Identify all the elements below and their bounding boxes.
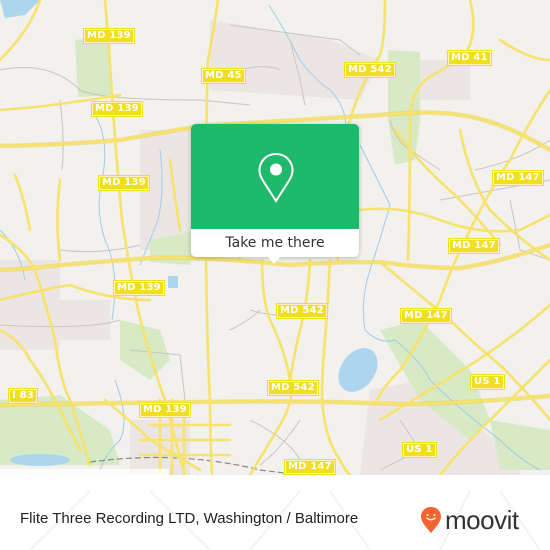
map-view[interactable]: MD 45 MD 139 MD 542 MD 41 MD 139 MD 139 … bbox=[0, 0, 550, 475]
popup-pointer bbox=[267, 256, 281, 264]
road-shield: MD 542 bbox=[267, 380, 319, 396]
road-shield: MD 147 bbox=[448, 238, 500, 254]
place-name: Flite Three Recording LTD, Washington / … bbox=[20, 510, 359, 527]
moovit-wordmark: moovit bbox=[445, 504, 519, 535]
moovit-pin-icon bbox=[421, 507, 441, 533]
road-shield: MD 139 bbox=[113, 280, 165, 296]
road-shield: MD 542 bbox=[276, 303, 328, 319]
moovit-logo[interactable]: moovit bbox=[420, 505, 519, 535]
road-shield: US 1 bbox=[470, 374, 505, 390]
road-shield: MD 139 bbox=[139, 402, 191, 418]
road-shield: US 1 bbox=[402, 442, 437, 458]
location-pin-icon bbox=[258, 152, 294, 203]
road-shield: MD 147 bbox=[400, 308, 452, 324]
take-me-there-button[interactable]: Take me there bbox=[191, 229, 359, 257]
road-shield: MD 139 bbox=[91, 101, 143, 117]
map-attribution[interactable]: © OpenStreetMap contributors bbox=[0, 469, 170, 475]
road-shield: MD 139 bbox=[98, 175, 150, 191]
footer-bar: Flite Three Recording LTD, Washington / … bbox=[0, 491, 550, 550]
road-shield: MD 542 bbox=[344, 62, 396, 78]
road-shield: MD 147 bbox=[492, 170, 544, 186]
popup-header[interactable] bbox=[191, 124, 359, 229]
road-shield: MD 41 bbox=[447, 50, 492, 66]
location-popup[interactable]: Take me there bbox=[191, 124, 359, 264]
road-shield: MD 147 bbox=[284, 459, 336, 475]
road-shield: MD 45 bbox=[201, 68, 246, 84]
road-shield: I 83 bbox=[8, 388, 38, 404]
road-shield: MD 139 bbox=[83, 28, 135, 44]
